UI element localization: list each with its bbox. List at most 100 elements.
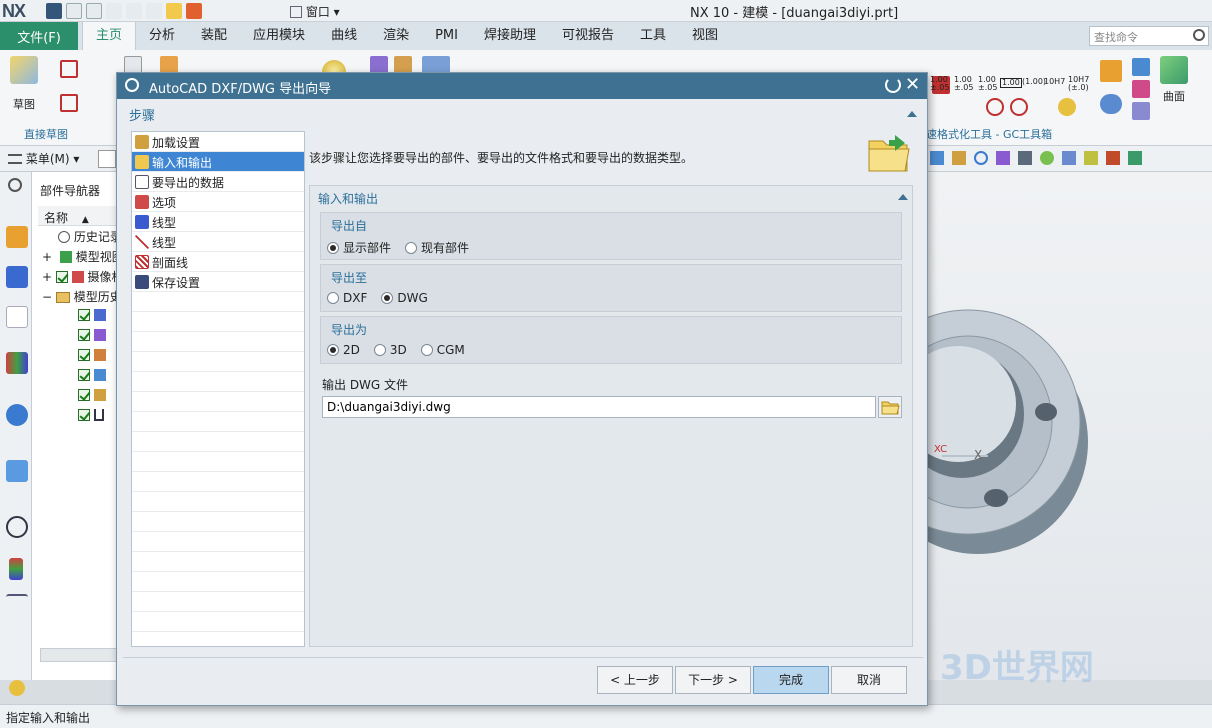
search-icon[interactable] <box>1193 29 1205 41</box>
step-input-output[interactable]: 输入和输出 <box>132 152 304 172</box>
tolerance-label-2[interactable]: 1.00 ±.05 <box>954 76 973 92</box>
navigator-column-header[interactable]: 名称 ▲ <box>38 206 122 226</box>
shading-icon[interactable] <box>1040 151 1054 165</box>
rotate-icon[interactable] <box>974 151 988 165</box>
cylinder-face-icon[interactable] <box>1100 94 1122 114</box>
feature-checkbox[interactable] <box>78 389 90 401</box>
settings-icon[interactable] <box>9 680 25 696</box>
step-save-settings[interactable]: 保存设置 <box>132 272 304 292</box>
collapse-icon[interactable]: − <box>42 290 52 304</box>
radio-indicator[interactable] <box>373 344 386 356</box>
resource-settings-icon[interactable] <box>8 178 22 192</box>
back-button[interactable]: < 上一步 <box>597 666 673 694</box>
surface-tool-2-icon[interactable] <box>1132 80 1150 98</box>
step-data-to-export[interactable]: 要导出的数据 <box>132 172 304 192</box>
tab-applications[interactable]: 应用模块 <box>240 22 318 50</box>
tab-render[interactable]: 渲染 <box>370 22 422 50</box>
output-file-input[interactable] <box>322 396 876 418</box>
tab-weld-assistant[interactable]: 焊接助理 <box>471 22 549 50</box>
file-tab[interactable]: 文件(F) <box>0 22 78 50</box>
radio-existing-part[interactable]: 现有部件 <box>405 239 469 256</box>
step-options[interactable]: 选项 <box>132 192 304 212</box>
copy-icon[interactable] <box>126 3 142 19</box>
point-snap-icon[interactable] <box>1106 151 1120 165</box>
tolerance-label-3[interactable]: 1.00 ±.05 <box>978 76 997 92</box>
radio-indicator[interactable] <box>327 292 339 304</box>
step-font[interactable]: 线型 <box>132 212 304 232</box>
radio-dxf[interactable]: DXF <box>327 291 367 305</box>
step-line-type[interactable]: 线型 <box>132 232 304 252</box>
tab-home[interactable]: 主页 <box>82 22 137 50</box>
roles-icon[interactable] <box>6 594 28 602</box>
save-icon[interactable] <box>46 3 62 19</box>
tab-pmi[interactable]: PMI <box>422 22 471 50</box>
graphics-viewport[interactable]: X XC <box>928 172 1212 680</box>
tab-analysis[interactable]: 分析 <box>136 22 188 50</box>
expand-icon[interactable]: + <box>42 270 52 284</box>
navigator-row-cameras[interactable]: + 摄像机 <box>42 268 122 288</box>
collapse-section-icon[interactable] <box>898 194 908 200</box>
navigator-row-history[interactable]: 历史记录 <box>42 228 122 248</box>
radio-displayed-part[interactable]: 显示部件 <box>327 239 391 256</box>
radio-2d[interactable]: 2D <box>327 343 360 357</box>
surface-tool-1-icon[interactable] <box>1132 58 1150 76</box>
tab-assembly[interactable]: 装配 <box>188 22 240 50</box>
radio-3d[interactable]: 3D <box>373 343 407 357</box>
tab-tools[interactable]: 工具 <box>627 22 679 50</box>
redo-icon[interactable] <box>86 3 102 19</box>
tab-visual-report[interactable]: 可视报告 <box>549 22 627 50</box>
snap-icon[interactable] <box>1084 151 1098 165</box>
surface-button[interactable]: 曲面 <box>1160 56 1188 104</box>
next-button[interactable]: 下一步 > <box>675 666 751 694</box>
step-hatch[interactable]: 剖面线 <box>132 252 304 272</box>
radio-indicator[interactable] <box>420 344 433 356</box>
command-search-input[interactable]: 查找命令 <box>1089 26 1209 46</box>
system-materials-icon[interactable] <box>9 558 23 580</box>
paste-icon[interactable] <box>146 3 162 19</box>
selection-filter-input[interactable] <box>98 150 116 168</box>
feature-checkbox[interactable] <box>78 369 90 381</box>
tolerance-label-1[interactable]: 1.00 ±.05 <box>930 76 949 92</box>
finish-button[interactable]: 完成 <box>753 666 829 694</box>
info-icon[interactable] <box>6 404 28 426</box>
expand-icon[interactable]: + <box>42 250 52 264</box>
visibility-checkbox[interactable] <box>55 271 68 283</box>
step-load-settings[interactable]: 加载设置 <box>132 132 304 152</box>
cancel-button[interactable]: 取消 <box>831 666 907 694</box>
repeat-command-icon[interactable] <box>186 3 202 19</box>
face-icon[interactable] <box>1100 60 1122 82</box>
radio-indicator[interactable] <box>381 292 394 304</box>
fit-view-icon[interactable] <box>930 151 944 165</box>
feature-checkbox[interactable] <box>78 329 90 341</box>
radio-indicator[interactable] <box>405 241 418 254</box>
radio-cgm[interactable]: CGM <box>420 343 465 357</box>
steps-header[interactable]: 步骤 <box>123 103 923 125</box>
menu-button[interactable]: 菜单(M) ▾ <box>8 150 79 167</box>
dialog-title-bar[interactable]: AutoCAD DXF/DWG 导出向导 ✕ <box>117 73 927 99</box>
collapse-steps-icon[interactable] <box>907 111 917 117</box>
tolerance-label-4[interactable]: 1.00 <box>1000 78 1022 88</box>
orient-view-icon[interactable] <box>996 151 1010 165</box>
touch-mode-icon[interactable] <box>166 3 182 19</box>
assembly-navigator-icon[interactable] <box>6 226 28 248</box>
navigator-scrollbar[interactable] <box>40 648 120 662</box>
radio-indicator[interactable] <box>327 344 339 356</box>
move-icon[interactable] <box>1128 151 1142 165</box>
feature-checkbox[interactable] <box>78 409 90 421</box>
constraint-navigator-icon[interactable] <box>6 266 28 288</box>
rectangle-icon[interactable] <box>60 94 78 112</box>
tolerance-label-7[interactable]: 10H7 (±.0) <box>1068 76 1089 92</box>
window-menu[interactable]: 窗口 ▾ <box>290 3 340 20</box>
display-style-icon[interactable] <box>1018 151 1032 165</box>
tab-curve[interactable]: 曲线 <box>318 22 370 50</box>
diameter-icon[interactable] <box>986 98 1004 116</box>
reset-icon[interactable] <box>885 77 901 93</box>
navigator-row-model-views[interactable]: + 模型视图 <box>42 248 122 268</box>
tolerance-label-5[interactable]: (1.00) <box>1022 78 1046 86</box>
reuse-library-icon[interactable] <box>6 352 28 374</box>
tolerance-label-6[interactable]: 10H7 <box>1044 78 1065 86</box>
gear-icon[interactable] <box>125 78 139 92</box>
undo-icon[interactable] <box>66 3 82 19</box>
edit-section-icon[interactable] <box>1062 151 1076 165</box>
browse-button[interactable] <box>878 396 902 418</box>
